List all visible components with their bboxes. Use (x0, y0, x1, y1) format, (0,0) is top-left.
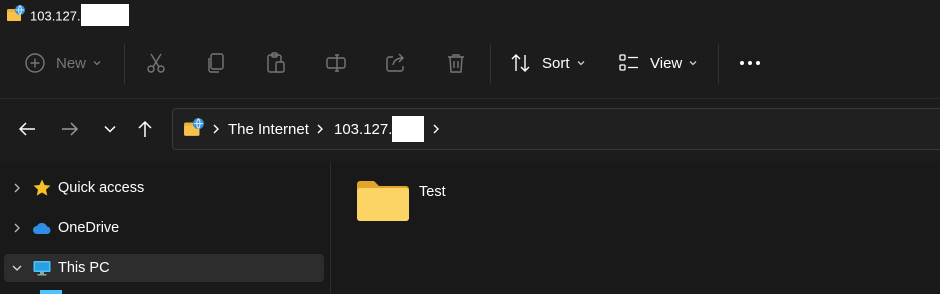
chevron-right-icon (213, 124, 219, 134)
command-bar: New Sort View (0, 30, 940, 99)
forward-button[interactable] (58, 117, 82, 141)
view-button[interactable]: View (618, 45, 698, 81)
folder-icon (357, 181, 409, 221)
chevron-right-icon (317, 124, 323, 134)
share-button[interactable] (384, 45, 408, 81)
rename-button[interactable] (324, 45, 348, 81)
monitor-icon (33, 261, 51, 276)
cut-button[interactable] (144, 45, 168, 81)
breadcrumb-host-label: 103.127. (334, 120, 393, 138)
cut-icon (147, 53, 165, 73)
window-title: 103.127. (30, 4, 129, 28)
navigation-bar: The Internet 103.127. (0, 99, 940, 161)
more-icon (740, 61, 760, 65)
delete-button[interactable] (444, 45, 468, 81)
chevron-down-icon (689, 61, 697, 66)
chevron-down-icon (577, 61, 584, 66)
more-options-button[interactable] (738, 45, 762, 81)
view-icon (619, 54, 638, 71)
chevron-right-icon[interactable] (10, 181, 24, 195)
up-button[interactable] (133, 117, 157, 141)
cloud-icon (33, 223, 51, 234)
breadcrumb-the-internet[interactable]: The Internet (228, 109, 309, 149)
sidebar-item-label: This PC (58, 260, 110, 276)
folder-item[interactable]: Test (355, 178, 446, 224)
redacted-block (392, 116, 425, 142)
star-icon (33, 179, 51, 196)
arrow-left-icon (18, 122, 35, 136)
arrow-right-icon (62, 122, 79, 136)
toolbar-divider (124, 44, 125, 84)
chevron-right-icon[interactable] (431, 123, 441, 135)
folder-name: Test (419, 184, 446, 200)
chevron-down-icon (93, 61, 101, 66)
redacted-block (80, 4, 129, 26)
rename-icon (326, 54, 346, 72)
arrow-up-icon (138, 120, 152, 137)
address-bar[interactable]: The Internet 103.127. (172, 108, 940, 150)
view-label: View (650, 54, 683, 72)
toolbar-divider (490, 44, 491, 84)
chevron-down-icon[interactable] (10, 261, 24, 275)
paste-button[interactable] (264, 45, 288, 81)
recent-locations-button[interactable] (98, 117, 122, 141)
new-button[interactable]: New (24, 45, 102, 81)
sidebar-child-icon-peek (40, 290, 62, 294)
chevron-right-icon[interactable] (10, 221, 24, 235)
back-button[interactable] (15, 117, 39, 141)
plus-circle-icon (25, 53, 45, 73)
navigation-pane: Quick access OneDrive This PC (0, 162, 331, 294)
paste-icon (267, 52, 285, 73)
network-folder-icon (184, 118, 204, 136)
sidebar-item-quick-access[interactable]: Quick access (4, 174, 324, 202)
title-bar: 103.127. (0, 0, 940, 30)
breadcrumb-host[interactable]: 103.127. (334, 109, 425, 149)
toolbar-divider (718, 44, 719, 84)
sidebar-item-label: Quick access (58, 180, 145, 196)
sidebar-item-label: OneDrive (58, 220, 120, 236)
share-icon (386, 53, 404, 72)
sort-icon (511, 54, 530, 72)
sort-button[interactable]: Sort (510, 45, 586, 81)
network-folder-icon (7, 5, 25, 21)
sort-label: Sort (542, 54, 570, 72)
delete-icon (448, 54, 464, 73)
copy-button[interactable] (204, 45, 228, 81)
sidebar-item-onedrive[interactable]: OneDrive (4, 214, 324, 242)
file-list: Test (331, 162, 940, 294)
chevron-down-icon (104, 125, 116, 133)
copy-icon (208, 53, 224, 73)
sidebar-item-this-pc[interactable]: This PC (4, 254, 324, 282)
new-label: New (56, 54, 87, 72)
